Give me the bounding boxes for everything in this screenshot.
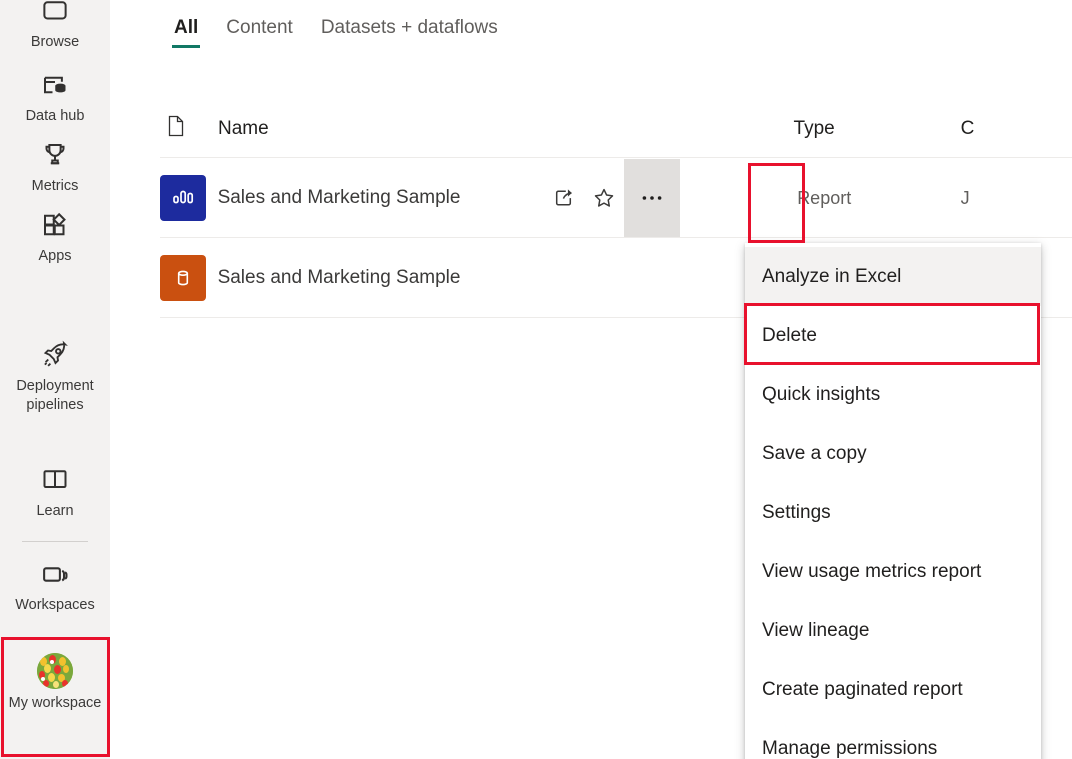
sidebar-item-apps[interactable]: Apps — [0, 208, 110, 266]
item-name-link[interactable]: Sales and Marketing Sample — [218, 186, 461, 210]
column-header-created[interactable]: C — [961, 117, 1072, 141]
workspaces-stack-icon — [38, 557, 72, 591]
tab-content[interactable]: Content — [212, 10, 307, 54]
column-header-icon[interactable] — [160, 114, 218, 143]
menu-item-label: Manage permissions — [762, 737, 938, 759]
menu-item-manage-permissions[interactable]: Manage permissions — [745, 719, 1041, 759]
tab-all[interactable]: All — [160, 10, 212, 54]
row-type-cell: Report — [797, 187, 852, 208]
sidebar-item-workspaces[interactable]: Workspaces — [0, 557, 110, 615]
share-icon[interactable] — [544, 178, 584, 218]
menu-item-label: View lineage — [762, 619, 870, 641]
report-bar-chart-icon — [160, 174, 206, 221]
rocket-icon — [38, 338, 72, 372]
sidebar-item-browse[interactable]: Browse — [0, 0, 110, 52]
column-header-name[interactable]: Name — [218, 117, 794, 141]
trophy-icon — [38, 138, 72, 172]
menu-item-view-usage-metrics-report[interactable]: View usage metrics report — [745, 542, 1041, 601]
row-item-icon-cell — [160, 254, 218, 301]
report-context-menu: Analyze in Excel Delete Quick insights S… — [745, 243, 1041, 759]
workspace-avatar — [37, 653, 73, 689]
tab-datasets-dataflows[interactable]: Datasets + dataflows — [307, 10, 512, 54]
menu-item-quick-insights[interactable]: Quick insights — [745, 365, 1041, 424]
tab-label: Datasets + dataflows — [320, 17, 498, 38]
menu-item-label: View usage metrics report — [762, 560, 982, 582]
row-created-cell: J — [960, 187, 970, 208]
browse-icon — [38, 0, 72, 28]
sidebar-item-label: Metrics — [31, 178, 79, 194]
menu-item-settings[interactable]: Settings — [745, 483, 1041, 542]
tab-label: Content — [226, 17, 293, 38]
file-type-icon — [166, 114, 186, 143]
sidebar-item-data-hub[interactable]: Data hub — [0, 68, 110, 126]
sidebar-item-label: Apps — [38, 248, 72, 264]
tab-label: All — [174, 17, 199, 38]
sidebar-item-label: Data hub — [25, 108, 85, 124]
menu-item-label: Save a copy — [762, 442, 867, 464]
data-hub-icon — [38, 68, 72, 102]
sidebar-item-label: Browse — [30, 34, 80, 50]
star-icon[interactable] — [584, 178, 624, 218]
menu-item-view-lineage[interactable]: View lineage — [745, 601, 1041, 660]
sidebar-divider — [22, 541, 88, 542]
row-name-cell: Sales and Marketing Sample — [218, 266, 794, 290]
sidebar-item-label: My workspace — [8, 695, 102, 711]
content-tabs: All Content Datasets + dataflows — [160, 10, 512, 54]
row-name-cell: Sales and Marketing Sample — [218, 158, 794, 237]
power-bi-workspace-page: Browse Data hub Metrics Apps Deployment … — [0, 0, 1072, 759]
sidebar-item-my-workspace[interactable]: My workspace — [0, 653, 110, 713]
table-header-row: Name Type C — [160, 100, 1072, 158]
menu-item-label: Analyze in Excel — [762, 265, 902, 287]
book-icon — [38, 463, 72, 497]
sidebar-item-learn[interactable]: Learn — [0, 463, 110, 521]
apps-grid-icon — [38, 208, 72, 242]
sidebar-item-deployment-pipelines[interactable]: Deployment pipelines — [0, 338, 110, 415]
item-name-link[interactable]: Sales and Marketing Sample — [218, 266, 461, 290]
menu-item-label: Delete — [762, 324, 817, 346]
menu-item-delete[interactable]: Delete — [745, 306, 1041, 365]
menu-item-label: Quick insights — [762, 383, 881, 405]
row-item-icon-cell — [160, 174, 218, 221]
row-action-buttons — [544, 158, 681, 237]
sidebar-item-label: Learn — [36, 503, 74, 519]
column-header-type[interactable]: Type — [794, 117, 961, 141]
menu-item-save-a-copy[interactable]: Save a copy — [745, 424, 1041, 483]
dataset-cylinder-icon — [160, 254, 206, 301]
menu-item-create-paginated-report[interactable]: Create paginated report — [745, 660, 1041, 719]
menu-item-analyze-in-excel[interactable]: Analyze in Excel — [745, 247, 1041, 306]
menu-item-label: Settings — [762, 501, 831, 523]
sidebar-item-label: Deployment pipelines — [16, 378, 94, 413]
menu-item-label: Create paginated report — [762, 678, 963, 700]
left-navigation-sidebar: Browse Data hub Metrics Apps Deployment … — [0, 0, 110, 759]
sidebar-item-label: Workspaces — [15, 597, 95, 613]
more-options-button[interactable] — [624, 158, 681, 237]
table-row[interactable]: Sales and Marketing Sample Report J — [160, 158, 1072, 238]
sidebar-item-metrics[interactable]: Metrics — [0, 138, 110, 196]
